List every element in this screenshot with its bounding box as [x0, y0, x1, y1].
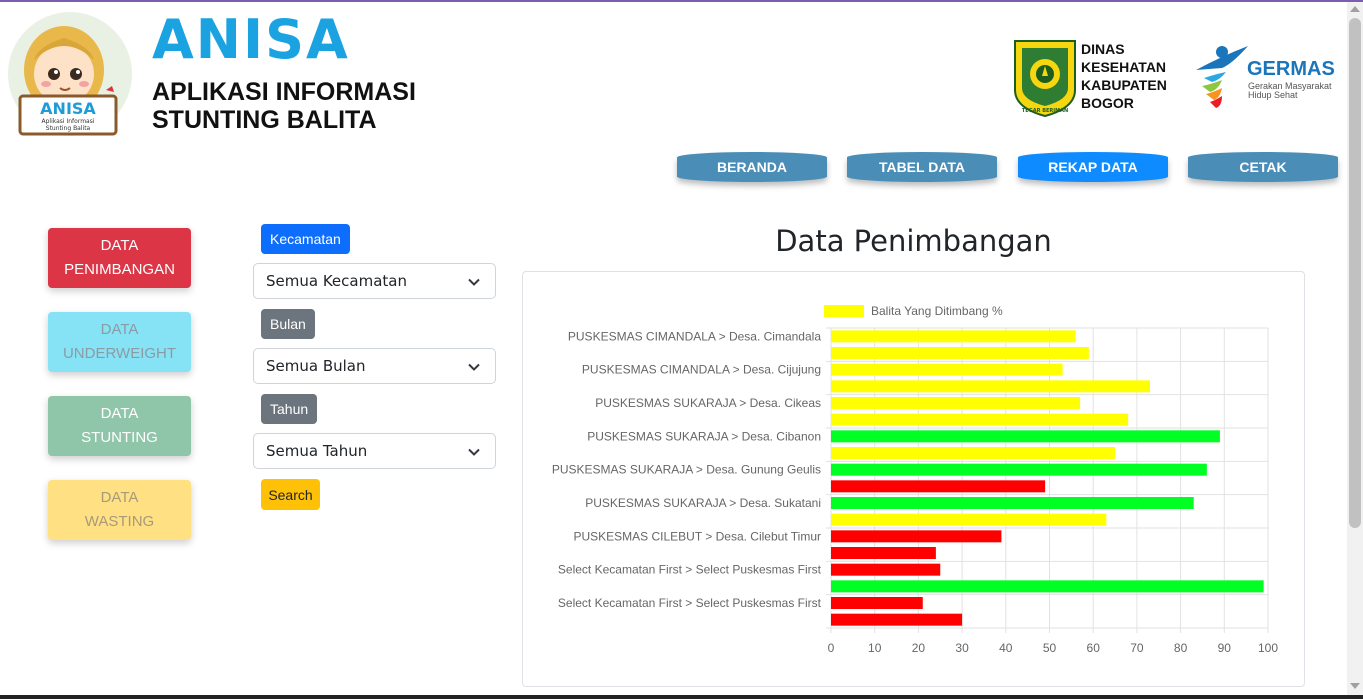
- bar: [831, 413, 1129, 426]
- chart-title: Data Penimbangan: [775, 224, 1052, 258]
- nav-tabel-data-button[interactable]: TABEL DATA: [847, 152, 997, 182]
- chevron-down-icon: [468, 448, 480, 456]
- sidebar-data-stunting-button[interactable]: DATA STUNTING: [48, 396, 191, 456]
- scroll-up-arrow-icon[interactable]: [1350, 6, 1360, 12]
- dinas-line2: KESEHATAN: [1081, 59, 1167, 75]
- kecamatan-label: Kecamatan: [261, 224, 350, 254]
- app-subtitle-line2: STUNTING BALITA: [152, 106, 377, 134]
- nav-beranda-button[interactable]: BERANDA: [677, 152, 827, 182]
- x-tick-label: 70: [1130, 641, 1144, 655]
- window-bottom-border: [0, 695, 1363, 699]
- sidebar-data-penimbangan-button[interactable]: DATA PENIMBANGAN: [48, 228, 191, 288]
- sidebar-item-line1: DATA: [100, 321, 139, 338]
- nav-cetak-button[interactable]: CETAK: [1188, 152, 1338, 182]
- bar: [831, 463, 1207, 476]
- dinas-seal-text: TEGAR BERIMAN: [1022, 108, 1068, 114]
- bulan-select[interactable]: Semua Bulan: [253, 348, 496, 384]
- y-category-label: PUSKESMAS CIMANDALA > Desa. Cijujung: [582, 363, 821, 377]
- sidebar-item-line1: DATA: [100, 489, 139, 506]
- bar-chart: 0 10 20 30 40 50 60 70 80 90 100 PUSKESMAS CIMANDAL…: [552, 304, 1278, 655]
- x-tick-label: 10: [868, 641, 882, 655]
- app-subtitle: APLIKASI INFORMASI STUNTING BALITA: [152, 78, 416, 134]
- sidebar-item-line2: WASTING: [84, 513, 155, 530]
- sidebar-item-line1: DATA: [100, 237, 139, 254]
- y-category-label: PUSKESMAS SUKARAJA > Desa. Cibanon: [587, 429, 821, 443]
- x-tick-label: 40: [999, 641, 1013, 655]
- dinas-line1: DINAS: [1081, 41, 1125, 57]
- app-title: ANISA: [152, 8, 350, 71]
- sidebar-item-line2: PENIMBANGAN: [64, 261, 175, 278]
- x-tick-label: 20: [912, 641, 926, 655]
- search-button[interactable]: Search: [261, 479, 320, 510]
- x-tick-label: 0: [828, 641, 835, 655]
- bulan-select-value: Semua Bulan: [266, 357, 366, 375]
- germas-subtitle: Gerakan Masyarakat Hidup Sehat: [1248, 82, 1332, 100]
- dinas-text: DINAS KESEHATAN KABUPATEN BOGOR: [1081, 40, 1167, 112]
- y-category-label: Select Kecamatan First > Select Puskesma…: [558, 563, 822, 577]
- bar: [831, 330, 1076, 343]
- x-tick-label: 60: [1087, 641, 1101, 655]
- chart-legend: Balita Yang Ditimbang %: [824, 304, 1003, 318]
- y-category-label: PUSKESMAS SUKARAJA > Desa. Sukatani: [585, 496, 821, 510]
- bar: [831, 363, 1063, 376]
- bar: [831, 513, 1107, 526]
- nav-rekap-data-button[interactable]: REKAP DATA: [1018, 152, 1168, 182]
- page-scrollbar-thumb[interactable]: [1349, 18, 1361, 528]
- tahun-select[interactable]: Semua Tahun: [253, 433, 496, 469]
- y-category-label: PUSKESMAS CILEBUT > Desa. Cilebut Timur: [573, 529, 821, 543]
- sidebar-data-underweight-button[interactable]: DATA UNDERWEIGHT: [48, 312, 191, 372]
- bulan-label: Bulan: [261, 309, 315, 339]
- app-subtitle-line1: APLIKASI INFORMASI: [152, 78, 416, 106]
- bar: [831, 597, 923, 609]
- bar: [831, 613, 963, 626]
- germas-logo: [1196, 46, 1248, 108]
- bar: [831, 347, 1089, 359]
- bar: [831, 380, 1151, 393]
- x-tick-label: 80: [1174, 641, 1188, 655]
- kecamatan-select[interactable]: Semua Kecamatan: [253, 263, 496, 299]
- sidebar-item-line1: DATA: [100, 405, 139, 422]
- legend-label: Balita Yang Ditimbang %: [871, 304, 1003, 318]
- chevron-down-icon: [468, 363, 480, 371]
- bar: [831, 430, 1220, 443]
- x-tick-label: 100: [1258, 641, 1278, 655]
- x-tick-label: 90: [1218, 641, 1232, 655]
- sidebar-data-wasting-button[interactable]: DATA WASTING: [48, 480, 191, 540]
- germas-title: GERMAS: [1247, 58, 1335, 80]
- bar: [831, 447, 1116, 459]
- bar: [831, 397, 1081, 409]
- sidebar-item-line2: UNDERWEIGHT: [62, 345, 177, 362]
- y-category-label: PUSKESMAS CIMANDALA > Desa. Cimandala: [568, 329, 821, 343]
- bar: [831, 547, 936, 559]
- mascot-sub2: Stunting Balita: [46, 125, 91, 132]
- y-category-label: Select Kecamatan First > Select Puskesma…: [558, 596, 822, 610]
- sidebar-item-line2: STUNTING: [81, 429, 158, 446]
- bar: [831, 563, 941, 576]
- bar: [831, 580, 1264, 593]
- scroll-down-arrow-icon[interactable]: [1350, 683, 1360, 689]
- y-category-label: PUSKESMAS SUKARAJA > Desa. Gunung Geulis: [552, 463, 821, 477]
- kecamatan-select-value: Semua Kecamatan: [266, 272, 407, 290]
- dinas-line3: KABUPATEN: [1081, 77, 1167, 93]
- mascot-label: ANISA: [40, 99, 96, 118]
- mascot-sub1: Aplikasi Informasi: [41, 118, 94, 125]
- tahun-label: Tahun: [261, 394, 318, 424]
- window-top-border: [0, 0, 1363, 2]
- y-category-label: PUSKESMAS SUKARAJA > Desa. Cikeas: [595, 396, 821, 410]
- anisa-mascot-logo: ANISA Aplikasi Informasi Stunting Balita: [8, 12, 132, 136]
- x-tick-label: 30: [955, 641, 969, 655]
- bar: [831, 480, 1046, 493]
- bar: [831, 530, 1002, 543]
- bar: [831, 497, 1194, 509]
- dinas-kesehatan-logo: TEGAR BERIMAN: [1014, 40, 1076, 118]
- germas-sub2: Hidup Sehat: [1248, 90, 1298, 100]
- x-tick-label: 50: [1043, 641, 1057, 655]
- chevron-down-icon: [468, 278, 480, 286]
- tahun-select-value: Semua Tahun: [266, 442, 368, 460]
- dinas-line4: BOGOR: [1081, 95, 1134, 111]
- legend-swatch: [824, 305, 864, 317]
